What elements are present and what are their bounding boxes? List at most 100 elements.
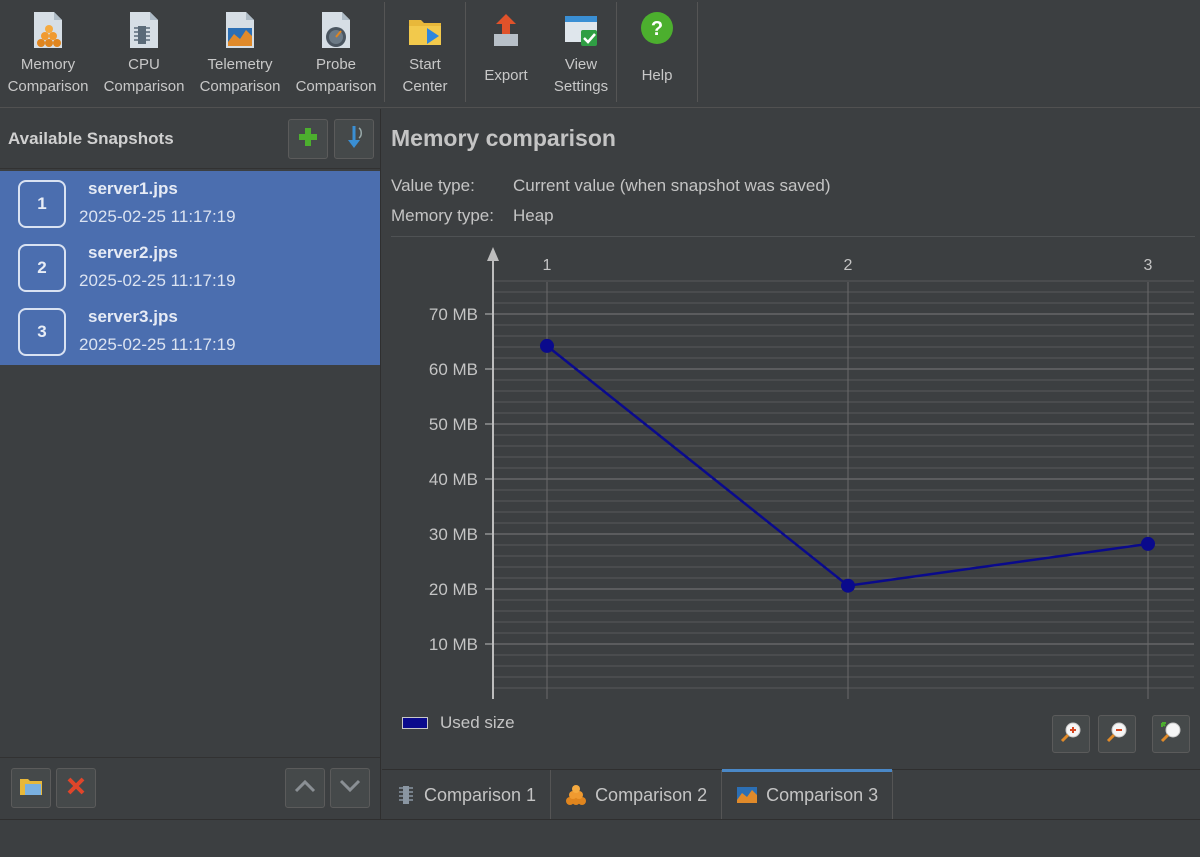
memory-comparison-icon [30,10,66,50]
y-tick-label: 10 MB [429,635,478,654]
snapshot-name: server3.jps [88,307,178,326]
add-snapshot-button[interactable] [288,118,328,159]
zoom-fit-button[interactable] [1152,715,1190,753]
snapshot-date: 2025-02-25 11:17:19 [79,335,236,354]
cpu-comparison-icon [126,10,162,50]
snapshot-name: server2.jps [88,243,178,262]
toolbar-group-help: ? Help [617,2,698,102]
chevron-up-icon [294,778,316,798]
folder-play-icon [407,10,443,50]
x-tick-label: 1 [543,257,552,274]
data-point [1141,536,1155,551]
zoom-out-button[interactable] [1098,715,1136,753]
cpu-icon [396,784,416,806]
snapshots-footer [0,757,380,819]
telemetry-comparison-button[interactable]: Telemetry Comparison [192,10,288,98]
export-button[interactable]: Export [466,10,546,87]
value-type-value: Current value (when snapshot was saved) [513,176,831,195]
comparison-tabs: Comparison 1 Comparison 2 Comparison 3 [382,769,1200,820]
zoom-in-button[interactable] [1052,715,1090,753]
tab-comparison-2[interactable]: Comparison 2 [551,770,723,820]
help-icon: ? [639,10,675,50]
plus-icon [297,126,319,152]
legend-label: Used size [440,713,515,732]
snapshots-title: Available Snapshots [8,128,174,148]
probe-comparison-icon [318,10,354,50]
export-icon [488,10,524,50]
snapshots-header: Available Snapshots [0,109,380,169]
start-center-button[interactable]: Start Center [385,10,465,98]
y-tick-label: 70 MB [429,305,478,324]
snapshot-date: 2025-02-25 11:17:19 [79,207,236,226]
start-center-label: Start Center [402,56,448,95]
view-settings-icon [563,10,599,50]
probe-comparison-label: Probe Comparison [295,56,377,95]
probe-comparison-button[interactable]: Probe Comparison [288,10,384,98]
snapshots-panel: Available Snapshots 1 server1.jps 2025-0… [0,109,381,819]
snapshot-item[interactable]: 3 server3.jps 2025-02-25 11:17:19 [0,299,380,363]
open-snapshot-button[interactable] [11,768,51,808]
svg-text:?: ? [651,18,663,40]
comparison-panel: Memory comparison Value type: Current val… [382,109,1200,769]
snapshot-date: 2025-02-25 11:17:19 [79,271,236,290]
chevron-down-icon [339,778,361,798]
view-settings-button[interactable]: View Settings [546,10,616,98]
memory-comparison-button[interactable]: Memory Comparison [0,10,96,98]
move-up-button[interactable] [285,768,325,808]
close-icon [65,775,87,801]
snapshot-item[interactable]: 1 server1.jps 2025-02-25 11:17:19 [0,171,380,235]
export-label: Export [484,67,528,84]
toolbar-group-export: Export View Settings [466,2,617,102]
zoom-in-icon [1059,720,1083,748]
status-bar [0,819,1200,857]
zoom-out-icon [1105,720,1129,748]
x-tick-label: 2 [844,257,853,274]
tab-label: Comparison 1 [424,784,537,805]
y-tick-label: 20 MB [429,580,478,599]
y-tick-label: 30 MB [429,525,478,544]
snapshot-number: 3 [18,308,66,356]
snapshot-item[interactable]: 2 server2.jps 2025-02-25 11:17:19 [0,235,380,299]
remove-snapshot-button[interactable] [56,768,96,808]
open-folder-icon [19,775,43,801]
tab-label: Comparison 2 [595,784,708,805]
help-button[interactable]: ? Help [617,10,697,87]
zoom-fit-icon [1159,720,1183,748]
value-type-label: Value type: [391,176,475,195]
help-label: Help [641,67,673,84]
memory-type-row: Memory type: Heap [391,206,554,226]
snapshot-number: 2 [18,244,66,292]
value-type-row: Value type: Current value (when snapshot … [391,176,831,196]
sort-icon [343,124,365,154]
data-point [540,338,554,353]
cpu-comparison-label: CPU Comparison [103,56,185,95]
snapshot-number: 1 [18,180,66,228]
x-tick-label: 3 [1144,257,1153,274]
snapshot-list: 1 server1.jps 2025-02-25 11:17:19 2 serv… [0,171,380,365]
view-settings-label: View Settings [553,56,609,95]
y-tick-label: 40 MB [429,470,478,489]
memory-comparison-label: Memory Comparison [7,56,89,95]
toolbar: Memory Comparison CPU Comparison Telemet… [0,0,1200,108]
y-tick-label: 60 MB [429,360,478,379]
toolbar-group-comparisons: Memory Comparison CPU Comparison Telemet… [0,2,385,102]
telemetry-comparison-label: Telemetry Comparison [199,56,281,95]
legend-swatch [402,717,428,729]
telemetry-comparison-icon [222,10,258,50]
sort-snapshots-button[interactable] [334,118,374,159]
data-point [841,578,855,593]
cpu-comparison-button[interactable]: CPU Comparison [96,10,192,98]
tab-comparison-1[interactable]: Comparison 1 [382,770,552,820]
memory-icon [565,784,587,806]
toolbar-group-start: Start Center [385,2,466,102]
move-down-button[interactable] [330,768,370,808]
snapshot-name: server1.jps [88,179,178,198]
tab-comparison-3[interactable]: Comparison 3 [722,769,894,820]
y-tick-label: 50 MB [429,415,478,434]
memory-type-label: Memory type: [391,206,494,225]
y-axis-arrow [487,247,499,261]
tab-label: Comparison 3 [766,784,879,805]
telemetry-icon [736,785,758,805]
memory-type-value: Heap [513,206,554,225]
chart-legend: Used size [402,713,515,733]
